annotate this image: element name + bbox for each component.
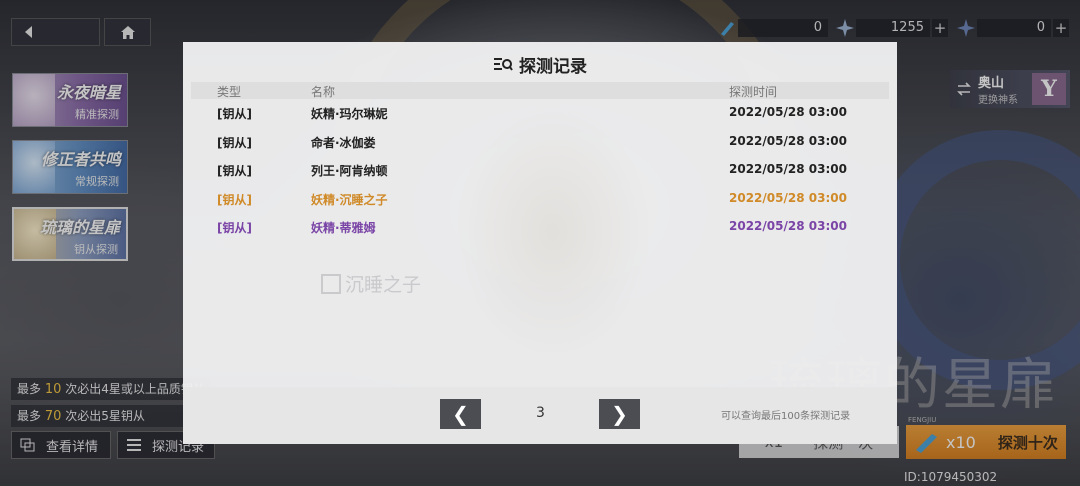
- next-page-button[interactable]: ❯: [599, 399, 640, 429]
- modal-title: 探测记录: [183, 52, 897, 77]
- row-type: [钥从]: [217, 135, 252, 150]
- row-name: 妖精·沉睡之子: [311, 192, 388, 207]
- row-name: 命者·冰伽娄: [311, 135, 376, 150]
- table-row: [钥从] 妖精·玛尔琳妮 2022/05/28 03:00: [191, 99, 889, 128]
- prev-page-button[interactable]: ❮: [440, 399, 481, 429]
- watermark-logo: 沉睡之子: [321, 270, 421, 297]
- pager: ❮ 3 ❯ 可以查询最后100条探测记录: [183, 387, 897, 444]
- chevron-right-icon: ❯: [611, 402, 628, 426]
- row-time: 2022/05/28 03:00: [729, 133, 847, 148]
- row-time: 2022/05/28 03:00: [729, 162, 847, 176]
- row-type: [钥从]: [217, 192, 252, 207]
- row-time: 2022/05/28 03:00: [729, 105, 847, 119]
- row-time: 2022/05/28 03:00: [729, 219, 847, 233]
- table-row: [钥从] 妖精·蒂雅姆 2022/05/28 03:00: [191, 213, 889, 242]
- row-type: [钥从]: [217, 221, 252, 235]
- row-type: [钥从]: [217, 164, 252, 178]
- table-row: [钥从] 妖精·沉睡之子 2022/05/28 03:00: [191, 185, 889, 214]
- column-name: 名称: [311, 85, 336, 99]
- modal-title-text: 探测记录: [519, 57, 587, 77]
- row-time: 2022/05/28 03:00: [729, 190, 847, 205]
- row-name: 妖精·玛尔琳妮: [311, 107, 388, 121]
- column-time: 探测时间: [729, 85, 778, 99]
- watermark-text: 沉睡之子: [345, 274, 422, 296]
- row-type: [钥从]: [217, 107, 252, 121]
- pager-note: 可以查询最后100条探测记录: [721, 411, 851, 422]
- table-row: [钥从] 命者·冰伽娄 2022/05/28 03:00: [191, 128, 889, 157]
- row-name: 妖精·蒂雅姆: [311, 221, 376, 235]
- chevron-left-icon: ❮: [452, 402, 469, 426]
- records-table: 类型 名称 探测时间 [钥从] 妖精·玛尔琳妮 2022/05/28 03:00 [钥…: [191, 82, 889, 242]
- page-number: 3: [536, 405, 545, 421]
- records-modal: 沉睡之子 探测记录 类型 名称 探测时间 [钥从] 妖精·玛尔琳妮 2022/05/…: [183, 42, 897, 444]
- column-type: 类型: [217, 85, 242, 99]
- row-name: 列王·阿肯纳顿: [311, 164, 388, 178]
- table-header: 类型 名称 探测时间: [191, 82, 889, 99]
- table-row: [钥从] 列王·阿肯纳顿 2022/05/28 03:00: [191, 156, 889, 185]
- watermark-logo-icon: [321, 273, 341, 294]
- records-search-icon: [493, 57, 513, 73]
